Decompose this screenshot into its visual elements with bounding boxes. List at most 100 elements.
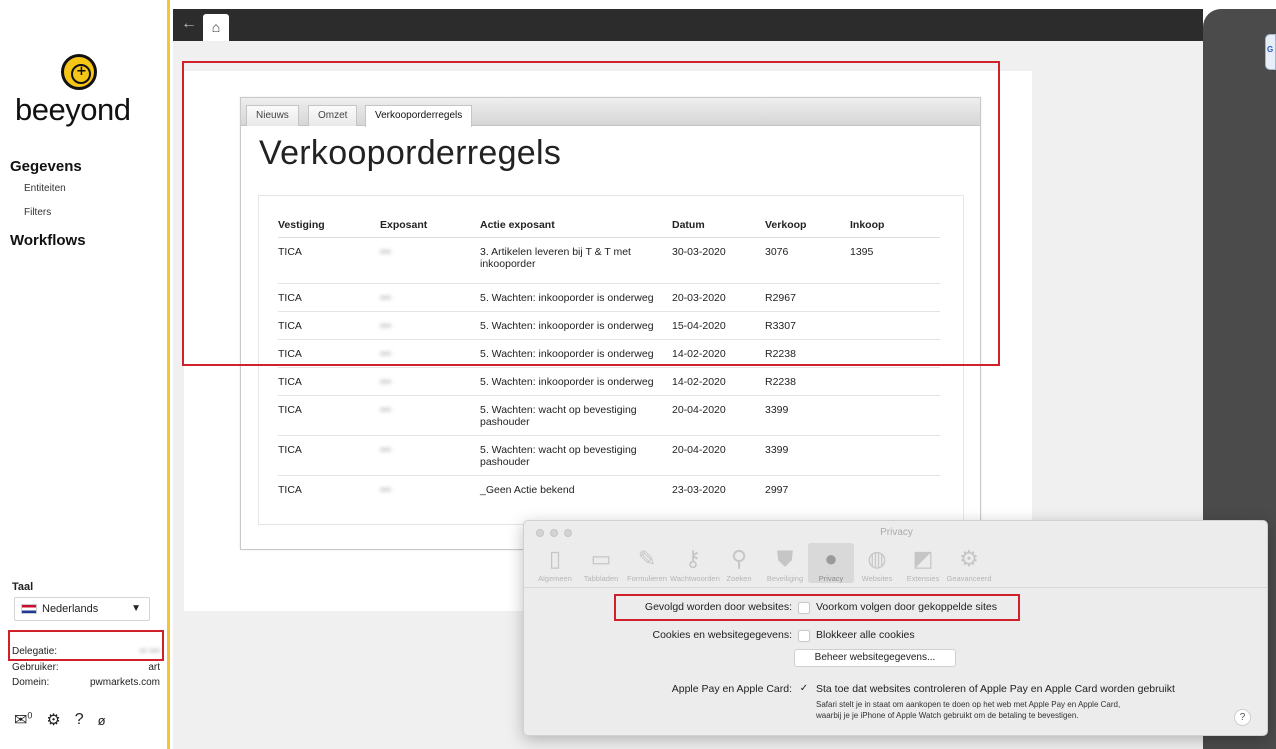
magnifier-icon: ⚲ bbox=[730, 546, 748, 571]
privacy-preferences-window: Privacy ▯ Algemeen ▭ Tabbladen ✎ Formuliere… bbox=[523, 520, 1268, 736]
cell-datum: 20-04-2020 bbox=[672, 435, 765, 476]
toolbar-label: Geavanceerd bbox=[946, 574, 992, 583]
table-row[interactable]: TICA ••• _Geen Actie bekend 23-03-2020 2… bbox=[278, 475, 940, 507]
toolbar-tabbladen[interactable]: ▭ Tabbladen bbox=[578, 543, 624, 583]
cell-exposant: ••• bbox=[380, 483, 392, 496]
language-label: Taal bbox=[12, 581, 34, 593]
home-icon[interactable]: ⌂ bbox=[203, 14, 229, 41]
manage-website-data-button[interactable]: Beheer websitegegevens... bbox=[794, 649, 956, 667]
cell-inkoop bbox=[850, 435, 940, 476]
toolbar-label: Formulieren bbox=[626, 574, 667, 583]
cell-datum: 20-04-2020 bbox=[672, 395, 765, 436]
toolbar-label: Tabbladen bbox=[583, 574, 619, 583]
toolbar-zoeken[interactable]: ⚲ Zoeken bbox=[716, 543, 762, 583]
toolbar-privacy[interactable]: ● Privacy bbox=[808, 543, 854, 583]
key-icon: ⚷ bbox=[684, 546, 702, 571]
nav-workflows[interactable]: Workflows bbox=[10, 232, 86, 249]
mail-count: 0 bbox=[27, 710, 33, 721]
applepay-label: Apple Pay en Apple Card: bbox=[671, 683, 792, 695]
toolbar-wachtwoorden[interactable]: ⚷ Wachtwoorden bbox=[670, 543, 720, 583]
language-select[interactable]: Nederlands ▼ bbox=[14, 597, 150, 621]
toolbar-label: Wachtwoorden bbox=[670, 574, 720, 583]
cookies-label: Cookies en websitegegevens: bbox=[652, 629, 792, 641]
beeyond-logo-icon: + bbox=[61, 54, 97, 90]
gear-icon[interactable]: ⚙ bbox=[46, 710, 60, 730]
pencil-icon: ✎ bbox=[637, 546, 657, 571]
cookies-option[interactable]: Blokkeer alle cookies bbox=[816, 629, 915, 641]
toolbar-label: Privacy bbox=[818, 574, 844, 583]
cell-datum: 23-03-2020 bbox=[672, 483, 726, 496]
table-row[interactable]: TICA ••• 5. Wachten: wacht op bevestigin… bbox=[278, 395, 940, 436]
help-button[interactable]: ? bbox=[1234, 709, 1251, 726]
delegation-highlight bbox=[8, 630, 164, 661]
applepay-note-line-2: waarbij je je iPhone of Apple Watch gebr… bbox=[816, 711, 1079, 720]
toolbar-formulieren[interactable]: ✎ Formulieren bbox=[624, 543, 670, 583]
cell-inkoop bbox=[850, 475, 940, 507]
switch-icon: ▯ bbox=[548, 546, 562, 571]
table-highlight bbox=[182, 61, 1000, 366]
cell-actie: _Geen Actie bekend bbox=[480, 483, 575, 496]
privacy-icon: ● bbox=[824, 546, 838, 571]
user-row: Gebruiker: art bbox=[12, 662, 160, 673]
globe-icon: ◍ bbox=[867, 546, 887, 571]
user-value: art bbox=[148, 662, 160, 673]
cell-vestiging: TICA bbox=[278, 367, 380, 396]
side-tab-icon[interactable]: G bbox=[1265, 34, 1276, 70]
help-icon[interactable]: ? bbox=[75, 711, 84, 729]
mail-icon[interactable]: ✉0 bbox=[14, 710, 32, 730]
toolbar-label: Extensies bbox=[906, 574, 940, 583]
puzzle-icon: ◩ bbox=[912, 546, 934, 571]
prefs-toolbar: ▯ Algemeen ▭ Tabbladen ✎ Formulieren ⚷ Wacht… bbox=[532, 543, 992, 583]
back-arrow-icon[interactable]: ← bbox=[181, 15, 197, 33]
applepay-note-line-1: Safari stelt je in staat om aankopen te … bbox=[816, 700, 1121, 709]
cell-vestiging: TICA bbox=[278, 435, 380, 476]
top-bar: ← ⌂ bbox=[173, 9, 1203, 41]
cell-exposant: ••• bbox=[380, 367, 480, 396]
toolbar-algemeen[interactable]: ▯ Algemeen bbox=[532, 543, 578, 583]
toolbar-beveiliging[interactable]: ⛊ Beveiliging bbox=[762, 543, 808, 583]
gear-icon: ⚙ bbox=[959, 546, 979, 571]
cell-inkoop bbox=[850, 367, 940, 396]
security-icon: ⛊ bbox=[776, 546, 794, 571]
user-label: Gebruiker: bbox=[12, 662, 59, 673]
toolbar-label: Beveiliging bbox=[766, 574, 804, 583]
cell-verkoop: 3399 bbox=[765, 395, 850, 436]
cell-actie: 5. Wachten: wacht op bevestiging pashoud… bbox=[480, 395, 672, 436]
toolbar-divider bbox=[524, 587, 1267, 588]
table-row[interactable]: TICA ••• 5. Wachten: wacht op bevestigin… bbox=[278, 435, 940, 476]
toolbar-label: Zoeken bbox=[726, 574, 752, 583]
chevron-down-icon: ▼ bbox=[131, 603, 141, 614]
toolbar-websites[interactable]: ◍ Websites bbox=[854, 543, 900, 583]
toolbar-label: Websites bbox=[861, 574, 893, 583]
domain-row: Domein: pwmarkets.com bbox=[12, 677, 160, 688]
cell-exposant: ••• bbox=[380, 395, 480, 436]
applepay-checkbox[interactable]: ✓ bbox=[798, 684, 810, 696]
cell-actie: 5. Wachten: wacht op bevestiging pashoud… bbox=[480, 435, 672, 476]
applepay-option[interactable]: Sta toe dat websites controleren of Appl… bbox=[816, 683, 1175, 695]
sidebar-bottom-icons: ✉0 ⚙ ? ø bbox=[14, 710, 106, 730]
tracking-highlight bbox=[614, 594, 1020, 621]
logo-text: beeyond bbox=[15, 92, 131, 127]
cell-inkoop bbox=[850, 395, 940, 436]
nav-entiteiten[interactable]: Entiteiten bbox=[24, 183, 66, 194]
cell-actie: 5. Wachten: inkooporder is onderweg bbox=[480, 367, 672, 396]
eye-slash-icon[interactable]: ø bbox=[98, 713, 106, 728]
domain-label: Domein: bbox=[12, 677, 50, 688]
toolbar-extensies[interactable]: ◩ Extensies bbox=[900, 543, 946, 583]
domain-value: pwmarkets.com bbox=[89, 677, 160, 688]
cell-verkoop: R2238 bbox=[765, 367, 850, 396]
cookies-checkbox[interactable] bbox=[798, 630, 810, 642]
table-row[interactable]: TICA ••• 5. Wachten: inkooporder is onde… bbox=[278, 367, 940, 396]
dutch-flag-icon bbox=[21, 604, 37, 614]
prefs-title: Privacy bbox=[880, 527, 913, 538]
nav-gegevens[interactable]: Gegevens bbox=[10, 158, 82, 175]
cell-verkoop: 2997 bbox=[765, 483, 789, 496]
cell-vestiging: TICA bbox=[278, 395, 380, 436]
toolbar-geavanceerd[interactable]: ⚙ Geavanceerd bbox=[946, 543, 992, 583]
cell-exposant: ••• bbox=[380, 435, 480, 476]
nav-filters[interactable]: Filters bbox=[24, 207, 51, 218]
cell-datum: 14-02-2020 bbox=[672, 367, 765, 396]
cell-verkoop: 3399 bbox=[765, 435, 850, 476]
toolbar-label: Algemeen bbox=[538, 574, 572, 583]
tabs-icon: ▭ bbox=[590, 546, 612, 571]
